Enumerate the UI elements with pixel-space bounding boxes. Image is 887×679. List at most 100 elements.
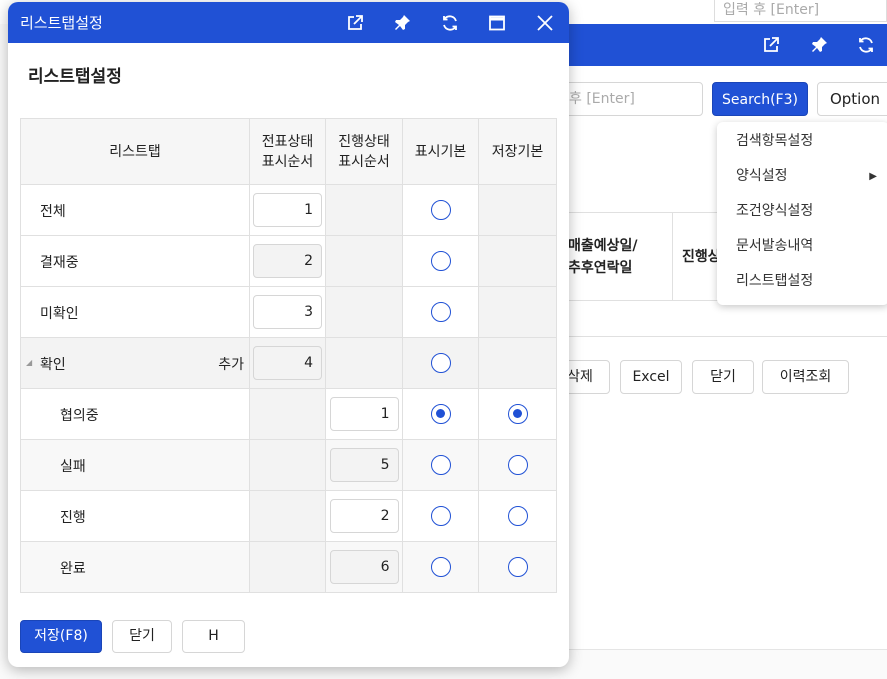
save-default-radio[interactable] (507, 506, 528, 526)
add-sub-tab-link[interactable]: 추가 (218, 354, 244, 374)
doc-order-input: 2 (253, 244, 322, 278)
display-default-radio[interactable] (430, 353, 451, 373)
table-row: 전체 1 (20, 184, 557, 236)
tab-name-cell: 전체 (20, 184, 250, 236)
doc-order-cell (249, 490, 326, 542)
column-header-save-default: 저장기본 (478, 118, 557, 185)
save-default-cell (478, 337, 557, 389)
column-header-progress-status-order: 진행상태 표시순서 (325, 118, 403, 185)
excel-button[interactable]: Excel (620, 360, 682, 394)
sub-table-row: 협의중 1 (20, 388, 557, 440)
save-default-cell (478, 388, 557, 440)
progress-order-cell (325, 235, 403, 287)
display-default-radio[interactable] (430, 557, 451, 577)
tab-name: 전체 (40, 204, 66, 220)
menu-item-document-history[interactable]: 문서발송내역 (717, 229, 887, 264)
tab-name-cell: ◢ 확인 추가 (20, 337, 250, 389)
maximize-icon[interactable] (488, 14, 506, 32)
sub-tab-name-cell: 진행 (20, 490, 250, 542)
save-default-radio[interactable] (507, 404, 528, 424)
background-search-input[interactable]: 후 [Enter] (550, 82, 703, 116)
tab-name: 결재중 (40, 255, 79, 271)
menu-item-form-settings[interactable]: 양식설정 ▶ (717, 159, 887, 194)
background-close-button[interactable]: 닫기 (692, 360, 754, 394)
tab-name: 미확인 (40, 306, 79, 322)
display-default-cell (402, 235, 479, 287)
page-title: 리스트탭설정 (28, 67, 122, 87)
display-default-cell (402, 286, 479, 338)
display-default-cell (402, 388, 479, 440)
tab-name: 확인 (40, 357, 66, 373)
column-header-sales-date[interactable]: 매출예상일/ 추후연락일 (568, 235, 638, 279)
save-button[interactable]: 저장(F8) (20, 620, 102, 653)
column-header-display-default: 표시기본 (402, 118, 479, 185)
display-default-cell (402, 184, 479, 236)
display-default-cell (402, 541, 479, 593)
progress-order-cell: 1 (325, 388, 403, 440)
display-default-radio[interactable] (430, 200, 451, 220)
doc-order-cell: 3 (249, 286, 326, 338)
sub-table-row: 완료 6 (20, 541, 557, 593)
pin-icon[interactable] (393, 14, 411, 32)
doc-order-cell: 1 (249, 184, 326, 236)
close-icon[interactable] (536, 14, 554, 32)
save-default-radio[interactable] (507, 455, 528, 475)
submenu-arrow-icon: ▶ (869, 171, 877, 182)
sub-tab-name-cell: 완료 (20, 541, 250, 593)
column-header-progress[interactable]: 진행상 (682, 246, 721, 266)
sub-tab-name-cell: 실패 (20, 439, 250, 491)
save-default-cell (478, 490, 557, 542)
close-button[interactable]: 닫기 (112, 620, 172, 653)
popout-icon[interactable] (762, 36, 780, 54)
modal-titlebar: 리스트탭설정 (8, 2, 569, 43)
option-button[interactable]: Option (817, 82, 887, 116)
doc-order-input[interactable]: 1 (253, 193, 322, 227)
progress-order-input[interactable]: 1 (329, 397, 399, 431)
list-tab-settings-modal: 리스트탭설정 리스트탭설정 리스트탭 전표상태 표시순서 진행상태 표시순서 표… (8, 2, 569, 667)
display-default-radio[interactable] (430, 455, 451, 475)
save-default-cell (478, 184, 557, 236)
doc-order-cell: 2 (249, 235, 326, 287)
background-top-input[interactable]: 입력 후 [Enter] (714, 0, 887, 22)
option-dropdown-menu: 검색항목설정 양식설정 ▶ 조건양식설정 문서발송내역 리스트탭설정 (717, 122, 887, 305)
doc-order-input[interactable]: 3 (253, 295, 322, 329)
table-row: 미확인 3 (20, 286, 557, 338)
expand-toggle-icon[interactable]: ◢ (26, 358, 32, 367)
menu-item-search-fields[interactable]: 검색항목설정 (717, 124, 887, 159)
modal-title: 리스트탭설정 (20, 14, 103, 32)
table-row: ◢ 확인 추가 4 (20, 337, 557, 389)
search-button[interactable]: Search(F3) (712, 82, 808, 116)
save-default-cell (478, 286, 557, 338)
sub-table-row: 진행 2 (20, 490, 557, 542)
h-button[interactable]: H (182, 620, 245, 653)
menu-item-condition-form[interactable]: 조건양식설정 (717, 194, 887, 229)
doc-order-cell (249, 388, 326, 440)
sub-tab-name: 완료 (60, 561, 86, 577)
save-default-cell (478, 541, 557, 593)
column-header-tab: 리스트탭 (20, 118, 250, 185)
save-default-radio[interactable] (507, 557, 528, 577)
menu-item-list-tab-settings[interactable]: 리스트탭설정 (717, 264, 887, 299)
display-default-cell (402, 439, 479, 491)
sub-table-row: 실패 5 (20, 439, 557, 491)
sub-tab-name: 협의중 (60, 408, 99, 424)
list-tab-table: 리스트탭 전표상태 표시순서 진행상태 표시순서 표시기본 저장기본 전체 1 … (20, 118, 557, 593)
popout-icon[interactable] (346, 14, 364, 32)
progress-order-input[interactable]: 2 (329, 499, 399, 533)
sub-tab-name-cell: 협의중 (20, 388, 250, 440)
display-default-radio[interactable] (430, 302, 451, 322)
sub-tab-name: 실패 (60, 459, 86, 475)
progress-order-cell: 2 (325, 490, 403, 542)
history-button[interactable]: 이력조회 (762, 360, 849, 394)
display-default-radio[interactable] (430, 404, 451, 424)
refresh-icon[interactable] (441, 14, 459, 32)
display-default-cell (402, 337, 479, 389)
table-header-row: 리스트탭 전표상태 표시순서 진행상태 표시순서 표시기본 저장기본 (20, 118, 557, 185)
refresh-icon[interactable] (857, 36, 875, 54)
progress-order-cell (325, 286, 403, 338)
pin-icon[interactable] (810, 36, 828, 54)
progress-order-cell: 5 (325, 439, 403, 491)
tab-name-cell: 결재중 (20, 235, 250, 287)
display-default-radio[interactable] (430, 506, 451, 526)
display-default-radio[interactable] (430, 251, 451, 271)
